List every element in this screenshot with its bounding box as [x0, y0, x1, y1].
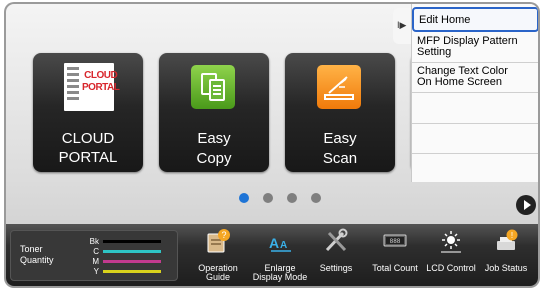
scan-icon	[317, 65, 361, 109]
home-screen: CLOUD PORTAL CLOUD PORTAL Easy Copy Easy…	[6, 4, 538, 286]
enlarge-display-icon: A A	[267, 228, 293, 254]
cloud-portal-logo-icon: CLOUD PORTAL	[64, 63, 120, 111]
settings-button[interactable]: Settings	[316, 228, 356, 273]
toner-row-y: Y	[71, 267, 161, 276]
tool-label-line1: Total Count	[372, 263, 418, 273]
tool-label-line2: Guide	[205, 272, 231, 282]
tile-label: CLOUD PORTAL	[58, 130, 118, 166]
menu-item-label: Edit Home	[419, 14, 471, 26]
job-status-button[interactable]: ! Job Status	[481, 228, 531, 273]
side-menu: Edit Home MFP Display Pattern Setting Ch…	[411, 4, 538, 182]
tile-label-line1: Easy	[323, 130, 357, 147]
toner-title-line1: Toner	[20, 244, 43, 254]
toner-key: Bk	[89, 237, 99, 246]
tool-label-line1: Job Status	[484, 263, 528, 273]
toner-key: Y	[93, 267, 99, 276]
menu-collapse-button[interactable]: I▶	[393, 8, 411, 44]
tile-label-line2: Scan	[322, 150, 358, 167]
tool-label-line1: LCD Control	[426, 263, 476, 273]
toner-level-bar	[103, 270, 161, 273]
menu-item-text-color[interactable]: Change Text Color On Home Screen	[412, 63, 538, 93]
toner-row-c: C	[71, 247, 161, 256]
menu-item-empty	[412, 93, 538, 124]
pager-dot-1[interactable]	[239, 193, 249, 203]
menu-item-empty	[412, 154, 538, 182]
device-frame: CLOUD PORTAL CLOUD PORTAL Easy Copy Easy…	[4, 2, 540, 288]
pager-dot-2[interactable]	[263, 193, 273, 203]
menu-item-label-line2: On Home Screen	[417, 76, 502, 88]
toner-row-m: M	[71, 257, 161, 266]
tile-easy-scan[interactable]: Easy Scan	[285, 53, 395, 172]
copy-icon	[191, 65, 235, 109]
pager-dot-4[interactable]	[311, 193, 321, 203]
operation-guide-button[interactable]: ? Operation Guide	[195, 228, 241, 282]
svg-text:A: A	[280, 240, 287, 251]
toner-key: M	[92, 257, 99, 266]
toner-level-bar	[103, 240, 161, 243]
job-status-icon: !	[493, 228, 519, 254]
tile-label-line2: Copy	[196, 150, 232, 167]
menu-item-empty	[412, 124, 538, 154]
svg-text:A: A	[269, 235, 279, 251]
tool-label-line1: Settings	[319, 263, 353, 273]
menu-item-display-pattern[interactable]: MFP Display Pattern Setting	[412, 33, 538, 63]
pager-dot-3[interactable]	[287, 193, 297, 203]
next-page-button[interactable]	[516, 195, 536, 215]
settings-icon	[323, 228, 349, 254]
toner-title-line2: Quantity	[20, 255, 54, 265]
collapse-arrow-icon: I▶	[397, 20, 407, 30]
toner-level-bar	[103, 250, 161, 253]
total-count-button[interactable]: 888 Total Count	[369, 228, 421, 273]
lcd-control-icon	[438, 228, 464, 254]
menu-item-edit-home[interactable]: Edit Home	[412, 7, 538, 32]
tile-easy-copy[interactable]: Easy Copy	[159, 53, 269, 172]
svg-text:!: !	[511, 231, 513, 240]
toner-row-bk: Bk	[71, 237, 161, 246]
svg-text:?: ?	[221, 230, 226, 240]
bottom-toolbar: Toner Quantity Bk C M Y ? Operation Guid…	[6, 224, 538, 286]
cloud-logo-text-line2: PORTAL	[82, 82, 120, 93]
lcd-control-button[interactable]: LCD Control	[425, 228, 477, 273]
tool-label-line2: Display Mode	[252, 272, 308, 282]
menu-item-label-line2: Setting	[417, 46, 452, 58]
toner-level-bar	[103, 260, 161, 263]
toner-key: C	[93, 247, 99, 256]
cloud-logo-text-line1: CLOUD	[84, 70, 118, 81]
total-count-icon: 888	[382, 228, 408, 254]
enlarge-display-mode-button[interactable]: A A Enlarge Display Mode	[250, 228, 310, 282]
svg-text:888: 888	[390, 238, 401, 245]
tile-cloud-portal[interactable]: CLOUD PORTAL CLOUD PORTAL	[33, 53, 143, 172]
operation-guide-icon: ?	[205, 228, 231, 254]
tile-label-line1: Easy	[197, 130, 231, 147]
toner-quantity-panel: Toner Quantity Bk C M Y	[10, 230, 178, 281]
